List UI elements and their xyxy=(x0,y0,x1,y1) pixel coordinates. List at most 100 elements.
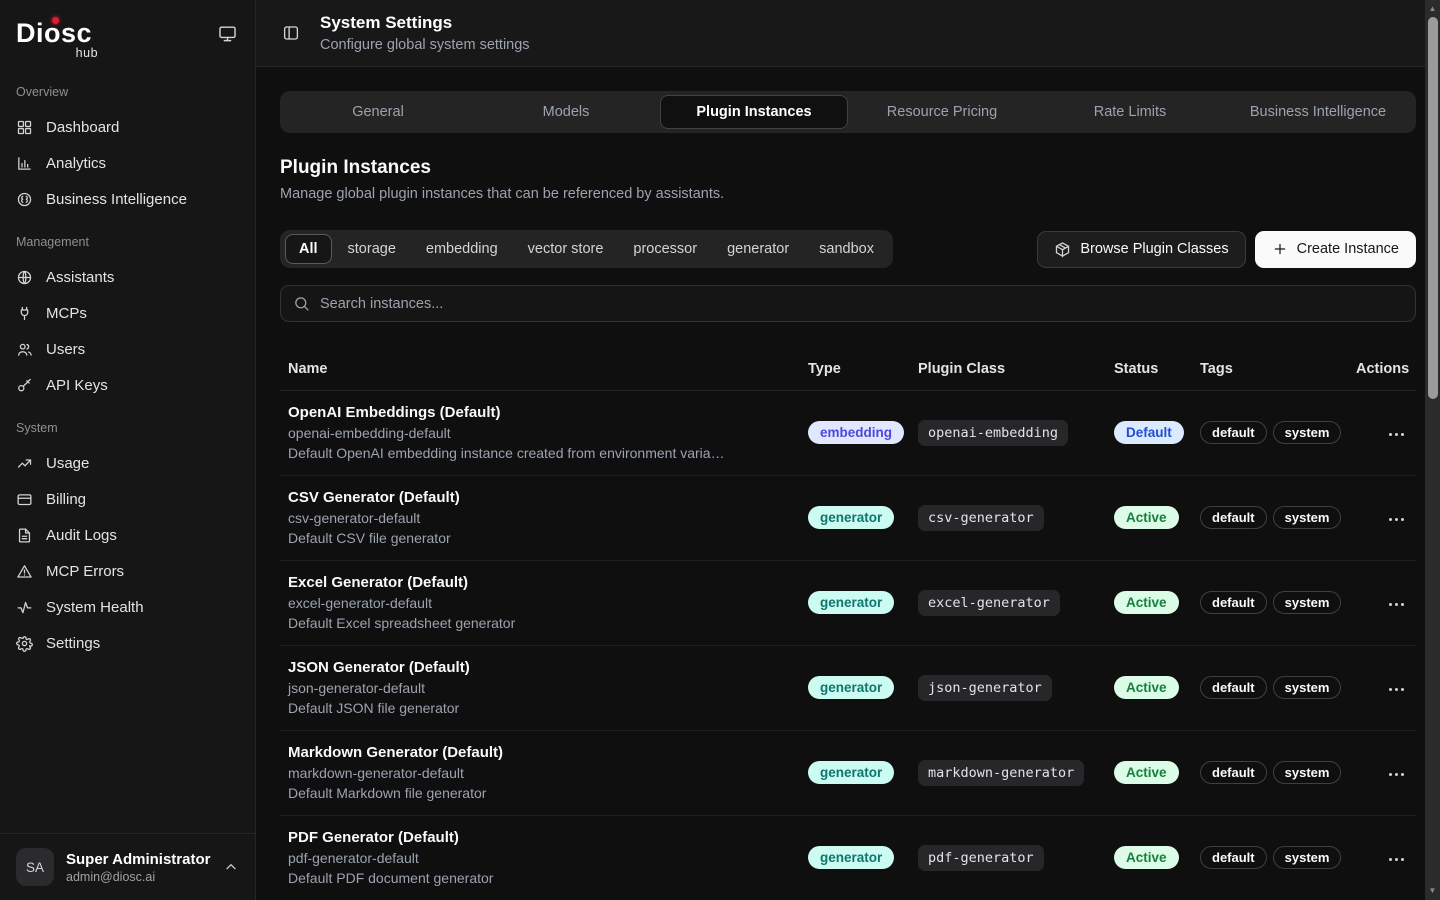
status-badge: Default xyxy=(1114,421,1184,444)
status-badge: Active xyxy=(1114,846,1179,869)
sidebar-item-label: Usage xyxy=(46,455,89,472)
sidebar-item-settings[interactable]: Settings xyxy=(16,625,239,661)
plugin-class-cell: pdf-generator xyxy=(918,845,1114,871)
tag-pill: system xyxy=(1273,676,1342,699)
page-header-text: System Settings Configure global system … xyxy=(320,13,530,53)
sidebar-item-users[interactable]: Users xyxy=(16,331,239,367)
filter-chip-generator[interactable]: generator xyxy=(713,234,803,264)
instance-description: Default PDF document generator xyxy=(288,870,808,886)
row-actions-menu-icon[interactable] xyxy=(1385,597,1409,613)
file-text-icon xyxy=(16,527,33,544)
tags-cell: default system xyxy=(1200,761,1356,784)
row-actions-menu-icon[interactable] xyxy=(1385,767,1409,783)
plugin-class-code: excel-generator xyxy=(918,590,1060,616)
actions-cell xyxy=(1356,593,1408,612)
row-actions-menu-icon[interactable] xyxy=(1385,512,1409,528)
sidebar-item-business-intelligence[interactable]: Business Intelligence xyxy=(16,181,239,217)
users-icon xyxy=(16,341,33,358)
sidebar-item-mcps[interactable]: MCPs xyxy=(16,295,239,331)
column-header-name: Name xyxy=(288,361,808,377)
table-header: Name Type Plugin Class Status Tags Actio… xyxy=(280,349,1416,391)
tab-rate-limits[interactable]: Rate Limits xyxy=(1036,95,1224,129)
section-subtitle: Manage global plugin instances that can … xyxy=(280,186,1416,202)
table-body: OpenAI Embeddings (Default) openai-embedd… xyxy=(280,391,1416,900)
tab-models[interactable]: Models xyxy=(472,95,660,129)
gear-icon xyxy=(16,635,33,652)
activity-icon xyxy=(16,599,33,616)
package-icon xyxy=(1054,241,1071,258)
instance-id: pdf-generator-default xyxy=(288,850,808,866)
tag-pill: system xyxy=(1273,421,1342,444)
tags-cell: defaultsystem xyxy=(1200,421,1356,444)
page-title: System Settings xyxy=(320,13,530,33)
sidebar-item-label: API Keys xyxy=(46,377,108,394)
plugin-class-cell: openai-embedding xyxy=(918,420,1114,446)
instance-name: Excel Generator (Default) xyxy=(288,574,808,591)
create-instance-button[interactable]: Create Instance xyxy=(1255,231,1416,268)
status-cell: Active xyxy=(1114,846,1200,869)
scrollbar-down-arrow[interactable]: ▼ xyxy=(1425,887,1440,895)
instance-id: json-generator-default xyxy=(288,680,808,696)
browse-plugin-classes-button[interactable]: Browse Plugin Classes xyxy=(1037,231,1245,268)
monitor-icon[interactable] xyxy=(218,24,237,43)
plugin-class-cell: csv-generator xyxy=(918,505,1114,531)
scrollbar-track[interactable]: ▲ ▼ xyxy=(1425,0,1440,900)
type-cell: generator xyxy=(808,506,918,529)
instance-name: Markdown Generator (Default) xyxy=(288,744,808,761)
tab-resource-pricing[interactable]: Resource Pricing xyxy=(848,95,1036,129)
table-row: Markdown Generator (Default) markdown-gen… xyxy=(280,731,1416,816)
actions-cell xyxy=(1356,508,1408,527)
toolbar-buttons: Browse Plugin Classes Create Instance xyxy=(1037,231,1416,268)
filter-chip-embedding[interactable]: embedding xyxy=(412,234,512,264)
instance-name-cell: Excel Generator (Default)excel-generator… xyxy=(288,574,808,631)
actions-cell xyxy=(1356,763,1408,782)
sidebar-item-api-keys[interactable]: API Keys xyxy=(16,367,239,403)
sidebar-item-dashboard[interactable]: Dashboard xyxy=(16,109,239,145)
row-actions-menu-icon[interactable] xyxy=(1385,682,1409,698)
tag-pill: default xyxy=(1200,761,1267,784)
tags-cell: defaultsystem xyxy=(1200,506,1356,529)
sidebar-item-audit-logs[interactable]: Audit Logs xyxy=(16,517,239,553)
sidebar-item-usage[interactable]: Usage xyxy=(16,445,239,481)
plugin-class-cell: markdown-generator xyxy=(918,760,1114,786)
filter-chip-all[interactable]: All xyxy=(285,234,332,264)
sidebar-item-mcp-errors[interactable]: MCP Errors xyxy=(16,553,239,589)
sidebar-item-system-health[interactable]: System Health xyxy=(16,589,239,625)
plugin-class-code: markdown-generator xyxy=(918,760,1084,786)
type-badge: generator xyxy=(808,676,894,699)
instance-name-cell: PDF Generator (Default)pdf-generator-def… xyxy=(288,829,808,886)
sidebar-item-analytics[interactable]: Analytics xyxy=(16,145,239,181)
tag-pill: system xyxy=(1273,761,1342,784)
type-cell: generator xyxy=(808,846,918,869)
tab-plugin-instances[interactable]: Plugin Instances xyxy=(660,95,848,129)
filter-chip-storage[interactable]: storage xyxy=(334,234,410,264)
filter-chip-processor[interactable]: processor xyxy=(619,234,711,264)
type-badge: generator xyxy=(808,506,894,529)
sidebar-item-assistants[interactable]: Assistants xyxy=(16,259,239,295)
plugin-class-code: csv-generator xyxy=(918,505,1044,531)
tab-business-intelligence[interactable]: Business Intelligence xyxy=(1224,95,1412,129)
column-header-actions: Actions xyxy=(1356,361,1408,377)
column-header-tags: Tags xyxy=(1200,361,1356,377)
row-actions-menu-icon[interactable] xyxy=(1385,852,1409,868)
tab-general[interactable]: General xyxy=(284,95,472,129)
filter-chip-sandbox[interactable]: sandbox xyxy=(805,234,888,264)
user-menu[interactable]: SA Super Administrator admin@diosc.ai xyxy=(0,833,255,900)
tags-cell: defaultsystem xyxy=(1200,676,1356,699)
instance-name: OpenAI Embeddings (Default) xyxy=(288,404,808,421)
panel-toggle-icon[interactable] xyxy=(282,24,300,42)
table-row: Excel Generator (Default) excel-generator… xyxy=(280,561,1416,646)
filter-chip-vector-store[interactable]: vector store xyxy=(514,234,618,264)
scrollbar-up-arrow[interactable]: ▲ xyxy=(1425,5,1440,13)
plugin-class-code: openai-embedding xyxy=(918,420,1068,446)
search-input[interactable] xyxy=(320,296,1403,312)
sidebar-item-label: MCP Errors xyxy=(46,563,124,580)
plugin-class-code: json-generator xyxy=(918,675,1052,701)
sidebar-item-billing[interactable]: Billing xyxy=(16,481,239,517)
scrollbar-thumb[interactable] xyxy=(1428,17,1438,399)
table-row: PDF Generator (Default)pdf-generator-def… xyxy=(280,816,1416,900)
avatar: SA xyxy=(16,848,54,886)
sidebar-item-label: System Health xyxy=(46,599,144,616)
status-cell: Active xyxy=(1114,506,1200,529)
row-actions-menu-icon[interactable] xyxy=(1385,427,1409,443)
